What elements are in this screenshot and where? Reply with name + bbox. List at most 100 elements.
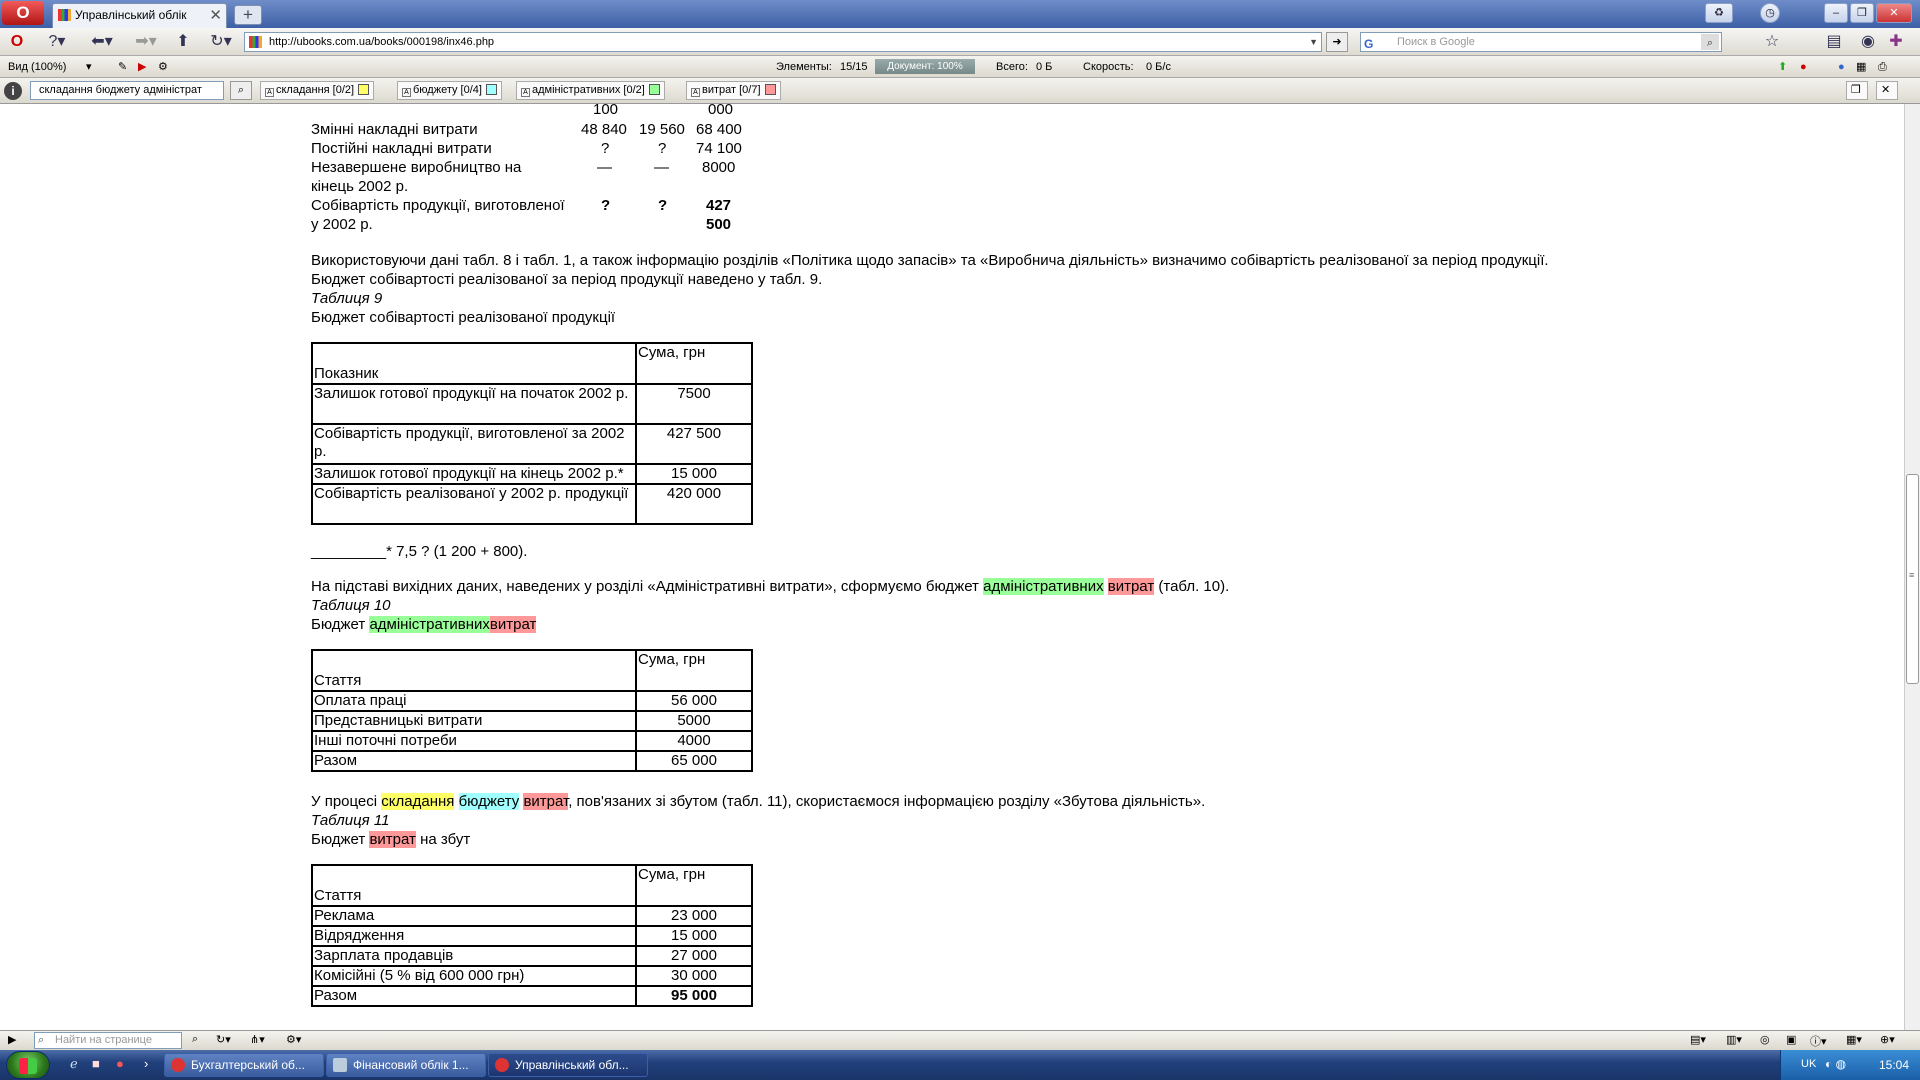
panel-icon[interactable]: ▣ xyxy=(1786,1033,1796,1046)
back-button[interactable]: ⬅▾ xyxy=(86,31,118,53)
opera-icon[interactable]: ● xyxy=(1800,56,1807,78)
ie-icon[interactable]: ℯ xyxy=(70,1056,78,1072)
app-icon[interactable]: ■ xyxy=(92,1056,100,1071)
system-tray: UK ◐ ◍ 15:04 xyxy=(1780,1050,1920,1080)
home-button[interactable]: ⬆ xyxy=(172,31,194,53)
prev-table-cell: 000 xyxy=(708,104,734,118)
table-cell: Відрядження xyxy=(311,925,637,947)
find-term-chip[interactable]: Aбюджету [0/4] xyxy=(397,81,502,100)
prev-table-cell: 74 100 xyxy=(696,140,742,157)
taskbar-item[interactable]: Бухгалтерський об... xyxy=(164,1053,324,1077)
search-input[interactable]: G Поиск в Google ⌕ xyxy=(1360,32,1722,52)
opera-logo-icon[interactable]: O xyxy=(6,31,28,53)
highlight-icon: A xyxy=(402,88,411,97)
table-header-cell: Сума, грн xyxy=(635,342,753,385)
taskbar-item[interactable]: Фінансовий облік 1... xyxy=(326,1053,486,1077)
table-header-cell: Показник xyxy=(311,342,637,385)
clock-icon[interactable]: ◷ xyxy=(1760,3,1780,23)
table-row: Оплата праці 56 000 xyxy=(311,690,753,712)
find-input[interactable]: складання бюджету адміністрат xyxy=(30,81,224,100)
prev-table-cell: 48 840 xyxy=(581,121,627,138)
clock[interactable]: 15:04 xyxy=(1879,1058,1909,1072)
taskbar-item-active[interactable]: Управлінський обл... xyxy=(488,1053,648,1077)
search-icon[interactable]: ⌕ xyxy=(230,81,252,100)
minimize-button[interactable]: – xyxy=(1824,3,1848,23)
total-label: Всего: xyxy=(996,61,1028,73)
paragraph-text: (табл. 10). xyxy=(1158,578,1230,595)
table-cell: Оплата праці xyxy=(311,690,637,712)
vertical-scrollbar[interactable]: ≡ xyxy=(1904,104,1920,1030)
view-icon[interactable]: ▦▾ xyxy=(1846,1033,1862,1046)
search-icon[interactable]: ⌕ xyxy=(1701,34,1719,50)
go-button[interactable]: ➜ xyxy=(1326,32,1348,52)
bookmark-star-icon[interactable]: ☆ xyxy=(1760,31,1784,53)
upload-icon[interactable]: ⬆ xyxy=(1778,56,1787,78)
language-indicator[interactable]: UK xyxy=(1801,1058,1816,1070)
turbo-icon[interactable]: ◎ xyxy=(1760,1033,1770,1046)
favicon-icon xyxy=(58,9,71,21)
find-term-chip[interactable]: Aскладання [0/2] xyxy=(260,81,375,100)
highlight-match: бюджету xyxy=(458,793,520,810)
youtube-icon[interactable]: ▶ xyxy=(138,56,146,78)
speed-dial-icon[interactable]: ▤ xyxy=(1822,31,1846,53)
restore-button[interactable]: ❐ xyxy=(1846,81,1868,100)
elements-label: Элементы: xyxy=(776,61,832,73)
table-row: Стаття Сума, грн xyxy=(311,649,753,692)
share-icon[interactable]: ⋔▾ xyxy=(250,1033,265,1046)
google-icon[interactable]: G xyxy=(1364,35,1373,53)
zoom-dropdown[interactable]: Вид (100%) xyxy=(8,56,66,78)
chevron-right-icon[interactable]: › xyxy=(144,1056,148,1071)
find-term-chip[interactable]: Aадміністративних [0/2] xyxy=(516,81,665,100)
close-window-button[interactable]: ✕ xyxy=(1876,3,1912,23)
table-title: Бюджет адміністративнихвитрат xyxy=(311,615,537,634)
opera-menu-button[interactable]: O xyxy=(2,1,44,25)
color-swatch xyxy=(648,84,660,95)
address-input[interactable]: http://ubooks.com.ua/books/000198/inx46.… xyxy=(244,32,1322,52)
forward-button[interactable]: ➡▾ xyxy=(130,31,162,53)
layout-icon[interactable]: ▤▾ xyxy=(1690,1033,1706,1046)
table-cell: Залишок готової продукції на кінець 2002… xyxy=(311,463,637,485)
search-icon[interactable]: ⌕ xyxy=(192,1033,198,1046)
highlight-icon: A xyxy=(691,88,700,97)
extensions-icon[interactable]: ✚ xyxy=(1884,31,1908,53)
eye-icon[interactable]: ◉ xyxy=(1856,31,1880,53)
panel-icon[interactable]: ▶ xyxy=(8,1033,16,1046)
opera-icon[interactable]: ● xyxy=(116,1056,124,1071)
paragraph: У процесі складання бюджету витрат, пов'… xyxy=(311,792,1205,811)
settings-icon[interactable]: ⚙▾ xyxy=(286,1033,301,1046)
table-row: Собівартість продукції, виготовленої за … xyxy=(311,423,753,465)
minus-icon[interactable]: ● xyxy=(1838,56,1845,78)
windows-taskbar: ℯ ■ ● › Бухгалтерський об... Фінансовий … xyxy=(0,1050,1920,1080)
chart-icon[interactable]: ▥▾ xyxy=(1726,1033,1742,1046)
reload-button[interactable]: ↻▾ xyxy=(204,31,238,53)
print-icon[interactable]: ⎙ xyxy=(1878,56,1887,78)
new-tab-button[interactable]: + xyxy=(234,5,262,25)
table-cell: 420 000 xyxy=(635,483,753,525)
table-title-text: на збут xyxy=(420,831,471,848)
table-title-text: Бюджет xyxy=(311,616,366,633)
color-swatch xyxy=(764,84,776,95)
sync-icon[interactable]: ↻▾ xyxy=(216,1033,231,1046)
zoom-icon[interactable]: ⊕▾ xyxy=(1880,1033,1895,1046)
tray-icons[interactable]: ◐ ◍ xyxy=(1825,1057,1846,1071)
find-term-chip[interactable]: Aвитрат [0/7] xyxy=(686,81,781,100)
table-row: Реклама 23 000 xyxy=(311,905,753,927)
scrollbar-thumb[interactable]: ≡ xyxy=(1906,474,1919,684)
close-icon[interactable]: ✕ xyxy=(1876,81,1898,100)
highlight-match: адміністративних xyxy=(983,578,1104,595)
close-icon[interactable]: ✕ xyxy=(209,5,222,27)
restore-button[interactable]: ❐ xyxy=(1850,3,1874,23)
panel-toggle-icon[interactable]: ?▾ xyxy=(40,31,74,53)
table-cell: 65 000 xyxy=(635,750,753,772)
info-icon[interactable]: ⓘ▾ xyxy=(1810,1033,1827,1049)
chevron-down-icon[interactable]: ▾ xyxy=(86,56,92,78)
notes-icon[interactable]: ▦ xyxy=(1856,56,1866,78)
page-find-input[interactable]: ⌕ Найти на странице xyxy=(34,1032,182,1049)
tools-icon[interactable]: ⚙ xyxy=(158,56,168,78)
chevron-down-icon[interactable]: ▼ xyxy=(1309,33,1318,51)
start-button[interactable] xyxy=(6,1051,50,1079)
trash-icon[interactable]: ♻ xyxy=(1705,3,1733,23)
info-icon[interactable]: i xyxy=(4,82,22,100)
tab-active[interactable]: Управлінський облік ✕ xyxy=(52,3,227,28)
block-content-icon[interactable]: ✎ xyxy=(118,56,127,78)
